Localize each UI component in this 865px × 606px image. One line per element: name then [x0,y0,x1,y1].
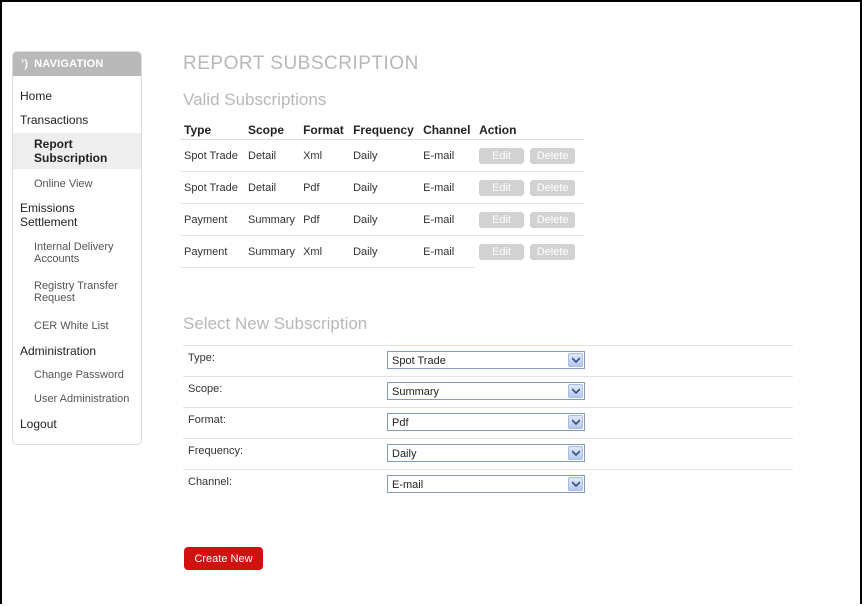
column-header-channel: Channel [419,121,476,140]
frequency-select[interactable]: Daily [387,444,585,462]
cell-scope: Detail [244,139,300,172]
type-select-value: Spot Trade [392,355,446,367]
cell-format: Xml [299,139,350,172]
valid-subscriptions-title: Valid Subscriptions [183,90,327,109]
cell-action: Edit Delete [475,236,584,268]
format-select-value: Pdf [392,417,409,429]
nav-user-administration[interactable]: User Administration [13,393,162,405]
form-row-frequency: Frequency: Daily [183,438,793,469]
nav-administration[interactable]: Administration [13,344,148,358]
nav-home[interactable]: Home [13,89,148,103]
form-row-format: Format: Pdf [183,407,793,438]
type-label: Type: [188,352,215,364]
edit-button[interactable]: Edit [479,211,525,228]
edit-button[interactable]: Edit [479,243,525,260]
cell-type: Spot Trade [180,171,244,204]
type-select[interactable]: Spot Trade [387,351,585,369]
column-header-type: Type [180,121,244,140]
cell-scope: Detail [244,171,300,204]
cell-format: Pdf [299,203,350,236]
form-row-channel: Channel: E-mail [183,469,793,500]
create-new-button[interactable]: Create New [184,547,263,570]
chevron-down-icon[interactable] [568,446,583,460]
table-header-row: Type Scope Format Frequency Channel Acti… [180,121,585,140]
nav-cer-white-list[interactable]: CER White List [13,320,162,332]
scope-label: Scope: [188,383,223,395]
nav-report-subscription[interactable]: Report Subscription [13,133,141,169]
cell-channel: E-mail [419,235,476,268]
navigation-sidebar: ’) NAVIGATION Home Transactions Report S… [12,51,142,445]
cell-scope: Summary [244,203,300,236]
cell-action: Edit Delete [475,171,585,204]
cell-action: Edit Delete [475,139,585,172]
table-row: Payment Summary Pdf Daily E-mail Edit De… [180,203,585,236]
form-row-scope: Scope: Summary [183,376,793,407]
table-row: Payment Summary Xml Daily E-mail Edit De… [180,235,584,268]
delete-button[interactable]: Delete [530,211,576,228]
cell-frequency: Daily [349,235,420,268]
cell-action: Edit Delete [475,203,585,236]
channel-label: Channel: [188,476,233,488]
scope-select-value: Summary [392,386,440,398]
delete-button[interactable]: Delete [530,147,576,164]
nav-logout[interactable]: Logout [13,417,148,431]
cell-format: Pdf [299,171,350,204]
nav-emissions-settlement[interactable]: Emissions Settlement [13,201,120,229]
form-row-type: Type: Spot Trade [183,345,793,376]
cell-channel: E-mail [419,203,476,236]
subscriptions-table: Type Scope Format Frequency Channel Acti… [180,121,585,268]
cell-format: Xml [299,235,350,268]
channel-select[interactable]: E-mail [387,475,585,493]
cell-type: Payment [180,203,244,236]
chevron-down-icon[interactable] [568,477,583,491]
nav-change-password[interactable]: Change Password [13,369,162,381]
cell-frequency: Daily [349,203,420,236]
chevron-down-icon[interactable] [568,415,583,429]
chevron-down-icon[interactable] [568,384,583,398]
cell-frequency: Daily [349,139,420,172]
navigation-header-label: NAVIGATION [34,58,104,70]
cell-channel: E-mail [419,171,476,204]
delete-button[interactable]: Delete [530,179,576,196]
table-row: Spot Trade Detail Xml Daily E-mail Edit … [180,139,585,172]
column-header-format: Format [299,121,350,140]
frequency-select-value: Daily [392,448,417,460]
edit-button[interactable]: Edit [479,179,525,196]
delete-button[interactable]: Delete [530,243,576,260]
frequency-label: Frequency: [188,445,244,457]
nav-internal-delivery-accounts[interactable]: Internal Delivery Accounts [13,241,134,265]
select-new-subscription-title: Select New Subscription [183,314,368,333]
cell-type: Spot Trade [180,139,244,172]
column-header-frequency: Frequency [349,121,420,140]
scope-select[interactable]: Summary [387,382,585,400]
edit-button[interactable]: Edit [479,147,525,164]
navigation-header: ’) NAVIGATION [13,52,141,76]
cell-scope: Summary [244,235,300,268]
format-label: Format: [188,414,226,426]
page-title: REPORT SUBSCRIPTION [183,53,419,74]
chevron-down-icon[interactable] [568,353,583,367]
navigation-spinner-icon: ’) [21,58,29,70]
nav-registry-transfer-request[interactable]: Registry Transfer Request [13,280,134,304]
column-header-action: Action [475,121,585,140]
table-row: Spot Trade Detail Pdf Daily E-mail Edit … [180,171,585,204]
nav-online-view[interactable]: Online View [13,178,162,190]
nav-transactions[interactable]: Transactions [13,113,148,127]
cell-frequency: Daily [349,171,420,204]
channel-select-value: E-mail [392,479,424,491]
column-header-scope: Scope [244,121,300,140]
cell-channel: E-mail [419,139,476,172]
cell-type: Payment [180,235,244,268]
format-select[interactable]: Pdf [387,413,585,431]
